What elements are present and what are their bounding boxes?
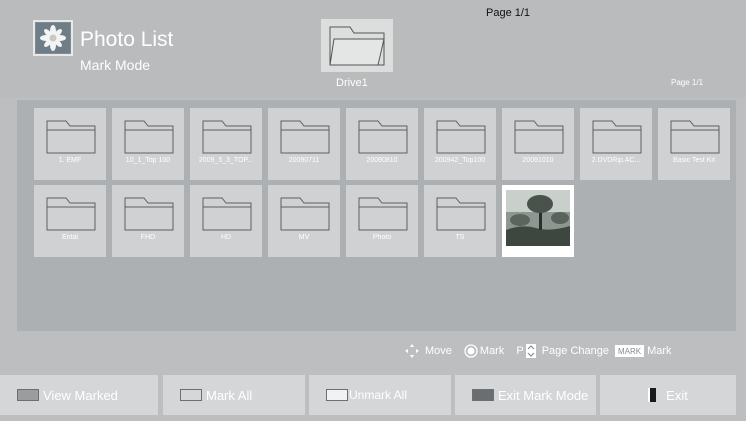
folder-name: 2.DVDRip.AC... <box>591 157 641 164</box>
blue-key-swatch <box>472 389 494 401</box>
hint-bar: Move Mark P Page Change MARK Mark <box>405 343 672 359</box>
folder-item[interactable]: 20090711 <box>268 108 340 180</box>
hint-mark: Mark <box>479 345 505 357</box>
page-indicator: Page 1/1 <box>671 78 704 87</box>
unmark-all-button[interactable]: Unmark All <box>309 375 451 415</box>
folder-item[interactable]: 1. EMF <box>34 108 106 180</box>
hint-page-key: P <box>516 345 524 357</box>
folder-name: 20090711 <box>288 157 320 164</box>
hint-page-change: Page Change <box>541 345 609 357</box>
folder-icon <box>202 120 252 154</box>
exit-mark-mode-button[interactable]: Exit Mark Mode <box>455 375 596 415</box>
folder-name: 1. EMF <box>58 157 82 164</box>
folder-icon <box>329 26 385 65</box>
yellow-key-swatch <box>326 389 348 401</box>
folder-icon <box>46 197 96 231</box>
item-grid: 1. EMF 10_1_Top 100 2009_5_3_TOP... 2009071… <box>17 100 736 331</box>
photo-thumbnail-image <box>506 190 570 246</box>
folder-item[interactable]: Ental <box>34 185 106 257</box>
folder-icon <box>280 197 330 231</box>
folder-item[interactable]: TS <box>424 185 496 257</box>
exit-mark-mode-label: Exit Mark Mode <box>498 387 589 403</box>
ok-button-icon <box>464 344 478 358</box>
page-title: Photo List <box>80 28 174 51</box>
folder-name: MV <box>298 234 310 241</box>
folder-icon <box>358 120 408 154</box>
folder-name: 20091010 <box>522 157 554 164</box>
folder-name: 2009_5_3_TOP... <box>198 157 254 164</box>
folder-icon <box>124 120 174 154</box>
folder-item[interactable]: 10_1_Top 100 <box>112 108 184 180</box>
exit-button[interactable]: Exit <box>600 375 736 415</box>
folder-name: TS <box>455 234 465 241</box>
folder-item[interactable]: HD <box>190 185 262 257</box>
folder-item[interactable]: 2.DVDRip.AC... <box>580 108 652 180</box>
folder-icon <box>46 120 96 154</box>
folder-name: Photo <box>372 234 392 241</box>
mark-all-button[interactable]: Mark All <box>163 375 305 415</box>
unmark-all-label: Unmark All <box>349 388 408 402</box>
folder-name: HD <box>220 234 232 241</box>
folder-icon <box>592 120 642 154</box>
folder-icon <box>514 120 564 154</box>
photo-list-screen: Photo List Mark Mode Page 1/1 Drive1 Pag… <box>0 0 746 421</box>
four-way-arrow-icon <box>405 344 419 358</box>
photo-thumbnail[interactable] <box>502 185 574 257</box>
view-marked-button[interactable]: View Marked <box>0 375 158 415</box>
folder-name: FHD <box>140 234 156 241</box>
view-marked-label: View Marked <box>43 387 118 403</box>
folder-icon <box>436 197 486 231</box>
mode-subtitle: Mark Mode <box>80 57 151 73</box>
exit-door-icon <box>648 388 657 402</box>
folder-icon <box>358 197 408 231</box>
folder-name: Ental <box>62 234 78 241</box>
photo-list-flower-icon <box>33 20 73 56</box>
folder-name: Basic Test Kit <box>673 157 715 164</box>
folder-icon <box>280 120 330 154</box>
folder-item[interactable]: Basic Test Kit <box>658 108 730 180</box>
mark-key-badge: MARK <box>614 345 645 357</box>
hint-move: Move <box>425 345 452 357</box>
folder-item[interactable]: 200942_Top100 <box>424 108 496 180</box>
folder-name: 200942_Top100 <box>434 157 486 164</box>
folder-icon <box>670 120 720 154</box>
exit-label: Exit <box>666 387 688 403</box>
header: Photo List Mark Mode Page 1/1 Drive1 Pag… <box>0 0 746 98</box>
button-bar: View Marked Mark All Unmark All Exit Mar… <box>0 371 746 421</box>
folder-icon <box>124 197 174 231</box>
folder-name: 20090810 <box>366 157 398 164</box>
folder-name: 10_1_Top 100 <box>125 157 171 164</box>
folder-icon <box>436 120 486 154</box>
folder-item[interactable]: MV <box>268 185 340 257</box>
page-up-down-key-icon <box>525 344 536 358</box>
red-key-swatch <box>17 389 39 401</box>
folder-item[interactable]: 2009_5_3_TOP... <box>190 108 262 180</box>
folder-item[interactable]: FHD <box>112 185 184 257</box>
folder-item[interactable]: 20091010 <box>502 108 574 180</box>
folder-item[interactable]: Photo <box>346 185 418 257</box>
drive-label: Drive1 <box>336 77 368 89</box>
folder-item[interactable]: 20090810 <box>346 108 418 180</box>
mark-all-label: Mark All <box>206 387 253 403</box>
folder-icon <box>202 197 252 231</box>
green-key-swatch <box>180 389 202 401</box>
drive-selector[interactable] <box>321 19 393 72</box>
page-indicator-top: Page 1/1 <box>486 7 531 19</box>
hint-mark-key: Mark <box>647 345 672 357</box>
